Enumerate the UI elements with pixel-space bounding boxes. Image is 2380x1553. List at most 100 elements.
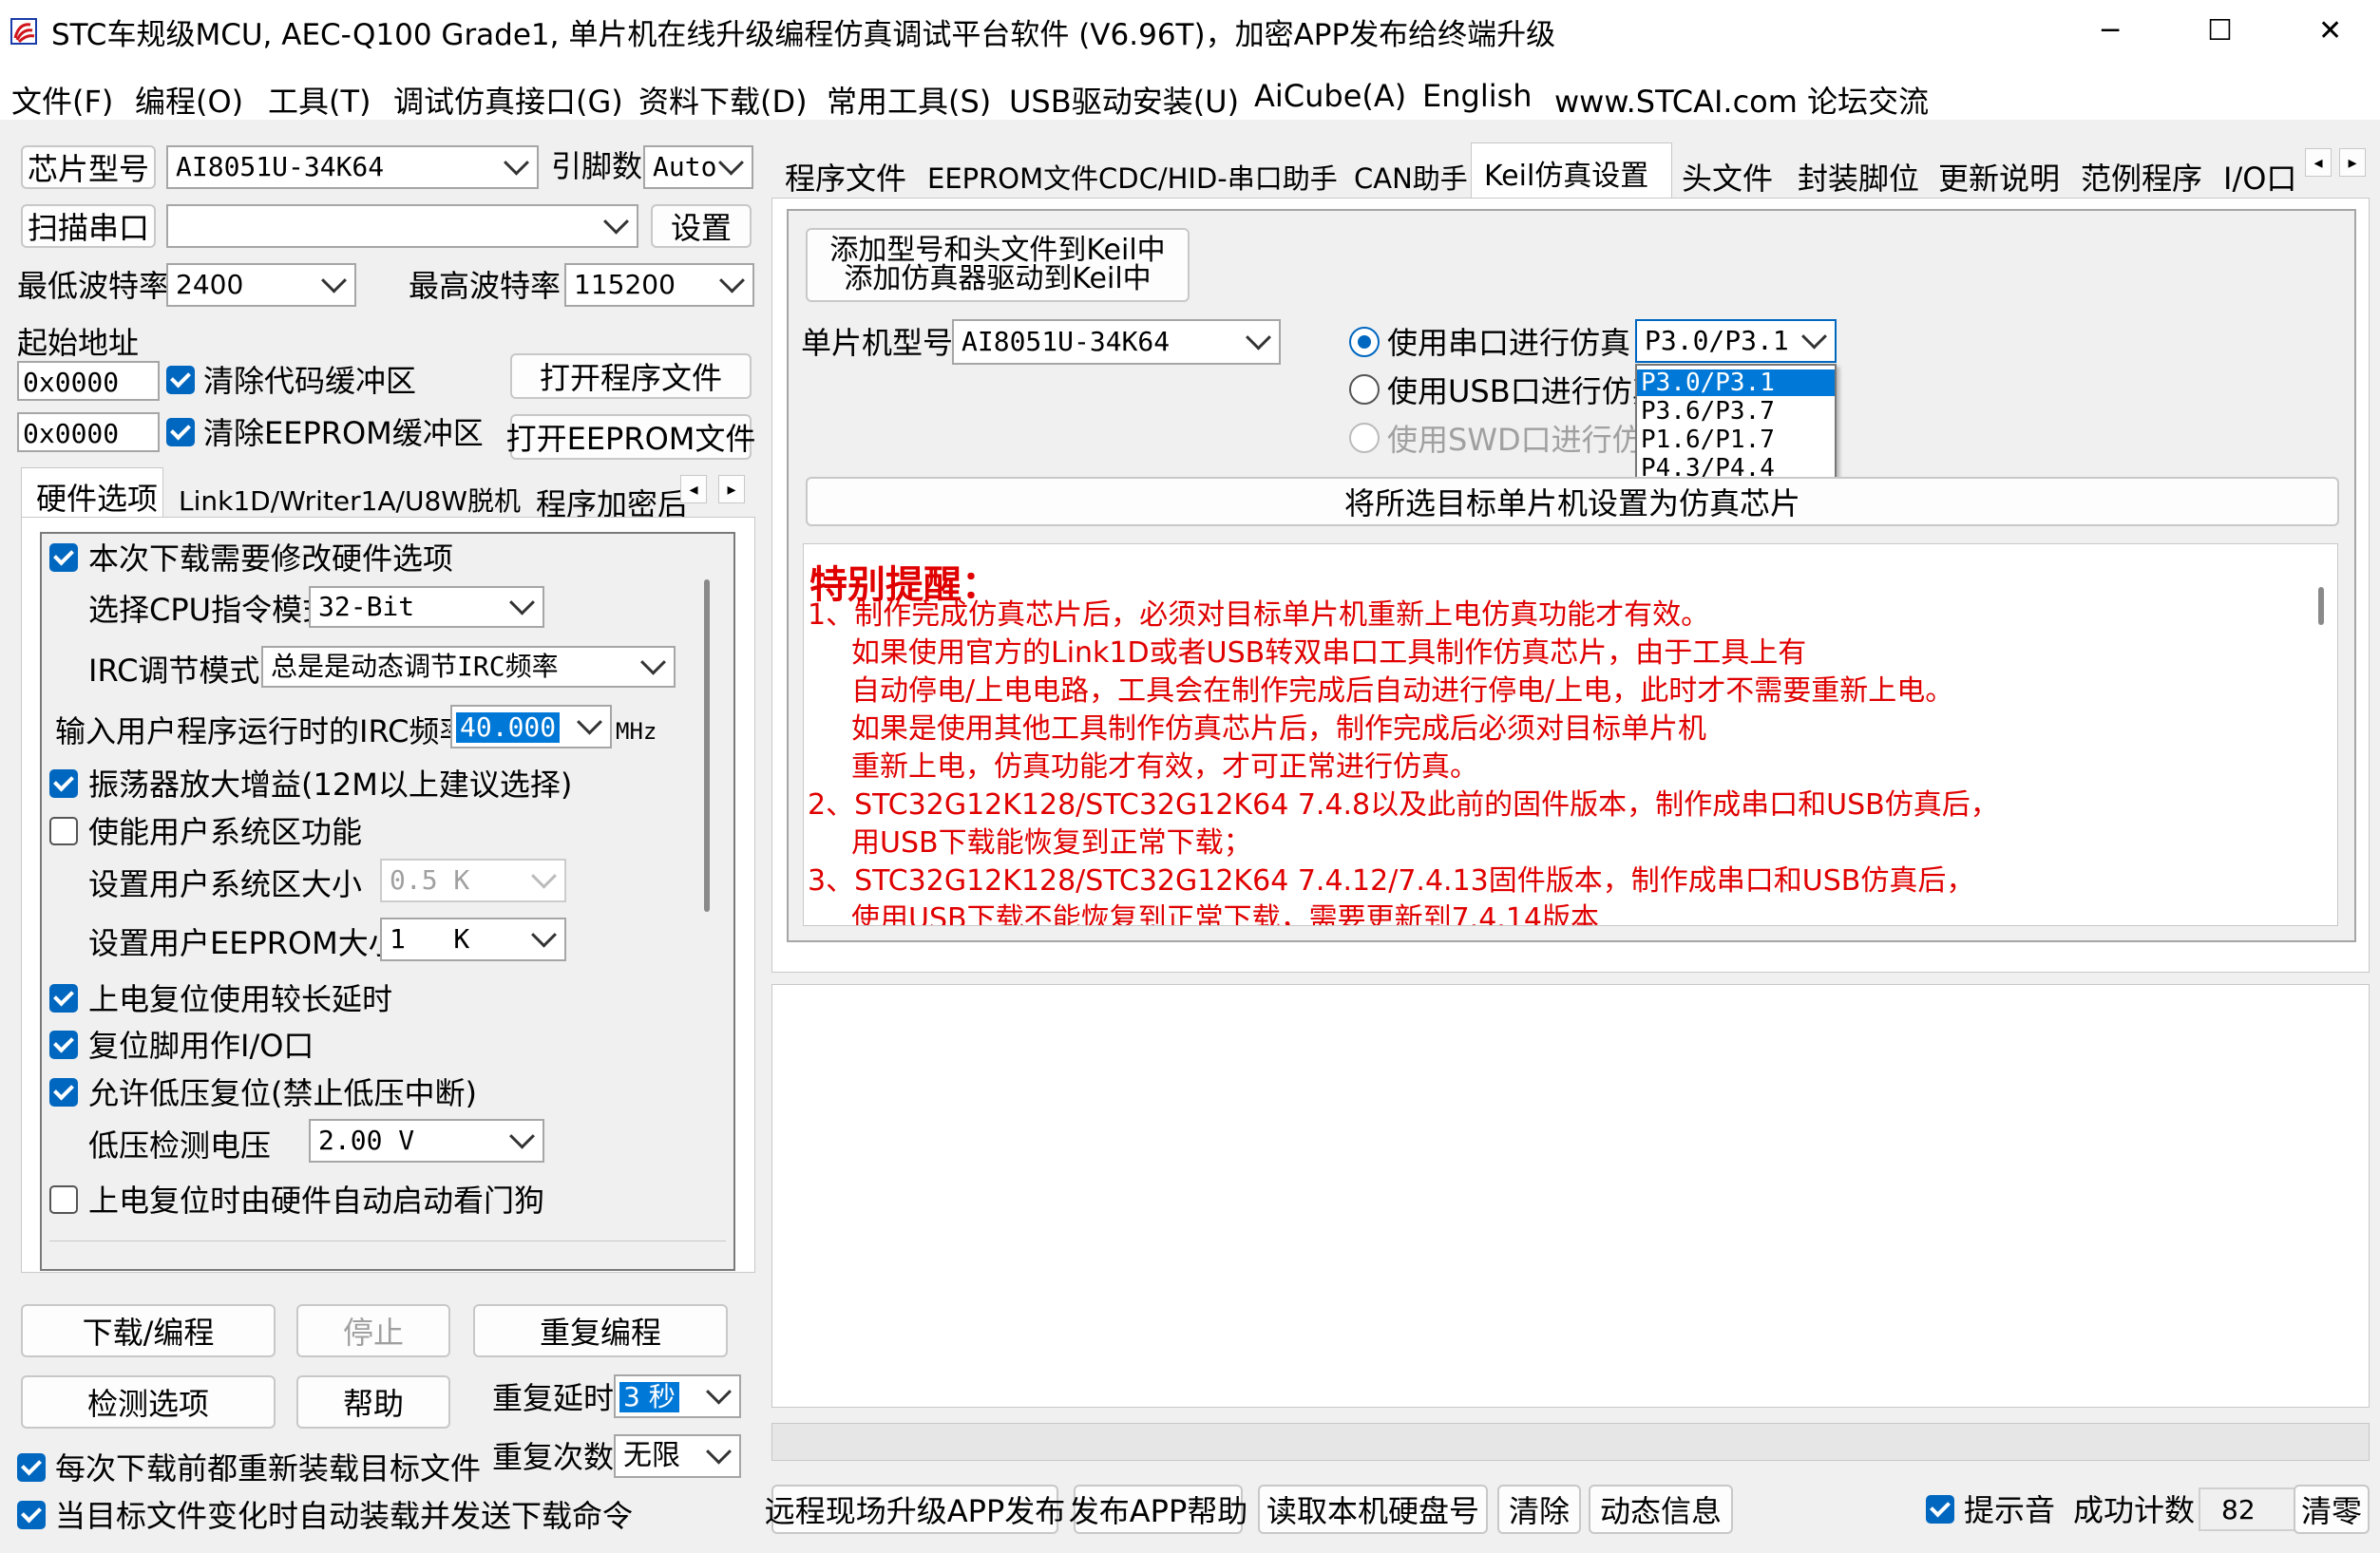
port-settings-button[interactable]: 设置 bbox=[651, 204, 752, 248]
emulation-port-dropdown: P3.0/P3.1 P3.6/P3.7 P1.6/P1.7 P4.3/P4.4 bbox=[1635, 364, 1837, 483]
auto-reload-label: 当目标文件变化时自动装载并发送下载命令 bbox=[55, 1498, 634, 1534]
chip-label-button[interactable]: 芯片型号 bbox=[21, 145, 156, 189]
user-system-area-label: 使能用户系统区功能 bbox=[88, 814, 363, 850]
usb-emulation-label: 使用USB口进行仿真 bbox=[1387, 373, 1663, 409]
repeat-count-select[interactable]: 无限 bbox=[614, 1434, 741, 1478]
right-tab-scroll-left-icon[interactable]: ◂ bbox=[2305, 148, 2332, 177]
swd-emulation-radio[interactable] bbox=[1349, 423, 1380, 453]
chevron-down-icon bbox=[504, 149, 529, 176]
hw-scrollbar[interactable] bbox=[704, 579, 710, 912]
add-to-keil-button[interactable]: 添加型号和头文件到Keil中 添加仿真器驱动到Keil中 bbox=[806, 228, 1190, 302]
minimize-button[interactable]: ─ bbox=[2102, 17, 2119, 46]
scan-port-button[interactable]: 扫描串口 bbox=[21, 204, 156, 248]
osc-gain-checkbox[interactable] bbox=[49, 769, 78, 798]
maximize-button[interactable]: ☐ bbox=[2207, 17, 2233, 46]
tab-examples[interactable]: 范例程序 bbox=[2081, 155, 2202, 199]
dynamic-info-button[interactable]: 动态信息 bbox=[1589, 1485, 1733, 1534]
user-sys-size-select[interactable]: 0.5 K bbox=[380, 859, 566, 902]
port-option-2[interactable]: P3.6/P3.7 bbox=[1641, 398, 1775, 425]
max-baud-select[interactable]: 115200 bbox=[564, 263, 754, 307]
mcu-model-label: 单片机型号 bbox=[801, 325, 954, 361]
emulation-port-select[interactable]: P3.0/P3.1 bbox=[1635, 319, 1837, 363]
reset-count-button[interactable]: 清零 bbox=[2294, 1485, 2370, 1534]
clear-eeprom-buffer-checkbox[interactable] bbox=[166, 418, 195, 446]
clear-code-buffer-checkbox[interactable] bbox=[166, 366, 195, 394]
tab-keil-settings[interactable]: Keil仿真设置 bbox=[1484, 152, 1648, 194]
tab-link1d-offline[interactable]: Link1D/Writer1A/U8W脱机 bbox=[179, 481, 521, 519]
detect-options-button[interactable]: 检测选项 bbox=[21, 1375, 276, 1429]
menu-website[interactable]: www.STCAI.com 论坛交流 bbox=[1554, 78, 1929, 122]
notice-text-area[interactable]: 特别提醒： 1、制作完成仿真芯片后，必须对目标单片机重新上电仿真功能才有效。 如… bbox=[803, 543, 2338, 926]
tab-package-pins[interactable]: 封装脚位 bbox=[1798, 155, 1919, 199]
right-tab-scroll-right-icon[interactable]: ▸ bbox=[2339, 148, 2366, 177]
auto-reload-checkbox[interactable] bbox=[17, 1501, 46, 1529]
min-baud-select[interactable]: 2400 bbox=[166, 263, 356, 307]
menu-download[interactable]: 资料下载(D) bbox=[638, 78, 808, 122]
menu-program[interactable]: 编程(O) bbox=[135, 78, 243, 122]
menu-aicube[interactable]: AiCube(A) bbox=[1254, 78, 1406, 114]
sound-prompt-checkbox[interactable] bbox=[1926, 1495, 1954, 1524]
tab-io[interactable]: I/O口 bbox=[2223, 155, 2296, 199]
clear-log-button[interactable]: 清除 bbox=[1497, 1485, 1581, 1534]
tab-eeprom-file[interactable]: EEPROM文件 bbox=[927, 157, 1098, 197]
open-program-file-button[interactable]: 打开程序文件 bbox=[510, 353, 752, 399]
wdt-checkbox[interactable] bbox=[49, 1185, 78, 1214]
tab-release-notes[interactable]: 更新说明 bbox=[1938, 155, 2060, 199]
menu-file[interactable]: 文件(F) bbox=[11, 78, 113, 122]
repeat-delay-select[interactable]: 3 秒 bbox=[614, 1374, 741, 1418]
lvd-select[interactable]: 2.00 V bbox=[309, 1119, 544, 1163]
open-eeprom-file-button[interactable]: 打开EEPROM文件 bbox=[506, 414, 755, 460]
menu-english[interactable]: English bbox=[1422, 78, 1533, 114]
serial-port-select[interactable] bbox=[166, 204, 638, 248]
remote-upgrade-publish-button[interactable]: 远程现场升级APP发布 bbox=[765, 1485, 1065, 1534]
stop-button[interactable]: 停止 bbox=[296, 1304, 450, 1357]
pin-count-select[interactable]: Auto bbox=[643, 145, 753, 189]
usb-emulation-radio[interactable] bbox=[1349, 374, 1380, 405]
notice-scrollbar[interactable] bbox=[2318, 587, 2324, 625]
tab-serial-assistant[interactable]: CDC/HID-串口助手 bbox=[1098, 157, 1338, 197]
reload-before-download-checkbox[interactable] bbox=[17, 1453, 46, 1482]
repeat-program-button[interactable]: 重复编程 bbox=[473, 1304, 728, 1357]
mcu-model-select[interactable]: AI8051U-34K64 bbox=[952, 319, 1281, 365]
success-count-field: 82 bbox=[2199, 1487, 2305, 1531]
chevron-down-icon bbox=[531, 921, 557, 948]
read-disk-id-button[interactable]: 读取本机硬盘号 bbox=[1258, 1485, 1488, 1534]
set-emulation-chip-button[interactable]: 将所选目标单片机设置为仿真芯片 bbox=[806, 477, 2339, 526]
notice-line-2: 如果使用官方的Link1D或者USB转双串口工具制作仿真芯片，由于工具上有 bbox=[851, 636, 1807, 670]
lvr-checkbox[interactable] bbox=[49, 1078, 78, 1107]
user-system-area-checkbox[interactable] bbox=[49, 817, 78, 845]
tab-scroll-left-icon[interactable]: ◂ bbox=[680, 475, 707, 503]
eeprom-size-select[interactable]: 1 K bbox=[380, 918, 566, 961]
chip-model-select[interactable]: AI8051U-34K64 bbox=[166, 145, 539, 189]
pin-count-label: 引脚数 bbox=[551, 148, 643, 184]
menu-debug[interactable]: 调试仿真接口(G) bbox=[393, 78, 623, 122]
chevron-down-icon bbox=[509, 1123, 535, 1149]
chevron-down-icon bbox=[706, 1438, 732, 1465]
publish-app-help-button[interactable]: 发布APP帮助 bbox=[1069, 1485, 1247, 1534]
modify-hw-checkbox[interactable] bbox=[49, 543, 78, 572]
port-option-3[interactable]: P1.6/P1.7 bbox=[1641, 426, 1775, 453]
tab-program-file[interactable]: 程序文件 bbox=[785, 155, 906, 199]
tab-can-assistant[interactable]: CAN助手 bbox=[1354, 157, 1468, 197]
serial-emulation-radio[interactable] bbox=[1349, 327, 1380, 357]
tab-scroll-right-icon[interactable]: ▸ bbox=[718, 475, 745, 503]
port-option-1[interactable]: P3.0/P3.1 bbox=[1637, 369, 1835, 396]
download-program-button[interactable]: 下载/编程 bbox=[21, 1304, 276, 1357]
tab-hardware-options[interactable]: 硬件选项 bbox=[36, 475, 158, 519]
menu-usb-driver[interactable]: USB驱动安装(U) bbox=[1009, 78, 1239, 122]
log-output-area[interactable] bbox=[771, 984, 2370, 1408]
app-icon bbox=[10, 17, 38, 46]
tab-header-file[interactable]: 头文件 bbox=[1682, 155, 1773, 199]
irc-mode-select[interactable]: 总是是动态调节IRC频率 bbox=[261, 646, 676, 688]
help-button[interactable]: 帮助 bbox=[296, 1375, 450, 1429]
eeprom-start-address-input[interactable]: 0x0000 bbox=[17, 412, 160, 452]
cpu-mode-select[interactable]: 32-Bit bbox=[309, 586, 544, 628]
irc-frequency-select[interactable]: 40.000 bbox=[450, 705, 612, 748]
close-button[interactable]: ✕ bbox=[2318, 17, 2342, 46]
long-delay-checkbox[interactable] bbox=[49, 984, 78, 1013]
menu-tools[interactable]: 工具(T) bbox=[268, 78, 371, 122]
code-start-address-input[interactable]: 0x0000 bbox=[17, 361, 160, 401]
chevron-down-icon bbox=[718, 149, 744, 176]
reset-io-checkbox[interactable] bbox=[49, 1031, 78, 1059]
menu-common-tools[interactable]: 常用工具(S) bbox=[827, 78, 991, 122]
